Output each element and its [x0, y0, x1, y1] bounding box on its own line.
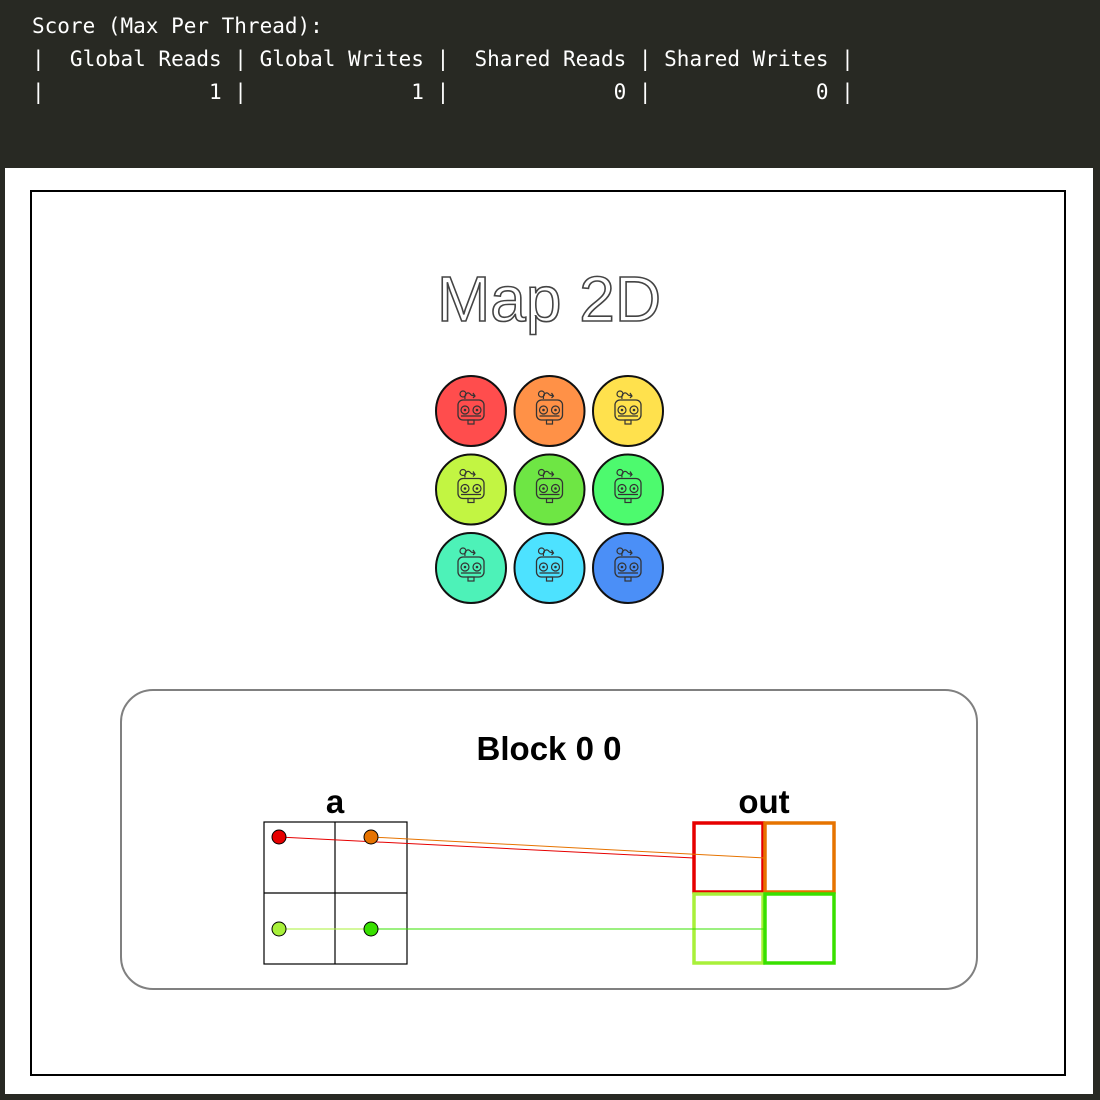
input-label: a — [326, 783, 345, 820]
read-dot — [271, 829, 287, 845]
score-terminal: Score (Max Per Thread): | Global Reads |… — [0, 0, 1100, 168]
block-label: Block 0 0 — [477, 730, 622, 767]
thread-robot-icon — [513, 453, 586, 526]
thread-robot-icon — [592, 532, 664, 604]
output-grid-out — [692, 821, 836, 965]
score-header-line: | Global Reads | Global Writes | Shared … — [32, 47, 854, 71]
read-link-line — [278, 836, 695, 859]
thread-robot-icon — [513, 532, 586, 604]
output-cell — [763, 821, 836, 894]
read-write-links — [278, 836, 766, 930]
output-cell — [763, 892, 836, 965]
score-values-line: | 1 | 1 | 0 | 0 | — [32, 80, 854, 104]
read-link-line — [370, 836, 766, 859]
input-read-dots — [271, 829, 379, 937]
thread-robot-icon — [513, 375, 586, 447]
thread-robot-icon — [592, 453, 664, 526]
read-dot — [363, 829, 379, 845]
output-label: out — [738, 783, 789, 820]
thread-robot-icon — [435, 375, 507, 447]
thread-robot-icon — [435, 453, 507, 526]
diagram-title: Map 2D — [437, 263, 661, 335]
diagram-svg: Map 2D Block 0 0 a out — [120, 262, 978, 990]
read-dot — [271, 921, 287, 937]
read-dot — [363, 921, 379, 937]
thread-grid — [435, 375, 664, 604]
diagram-canvas: Map 2D Block 0 0 a out — [5, 168, 1093, 1094]
thread-robot-icon — [592, 375, 664, 447]
input-grid-a — [263, 821, 408, 965]
thread-robot-icon — [435, 532, 507, 604]
score-title-line: Score (Max Per Thread): — [32, 14, 323, 38]
